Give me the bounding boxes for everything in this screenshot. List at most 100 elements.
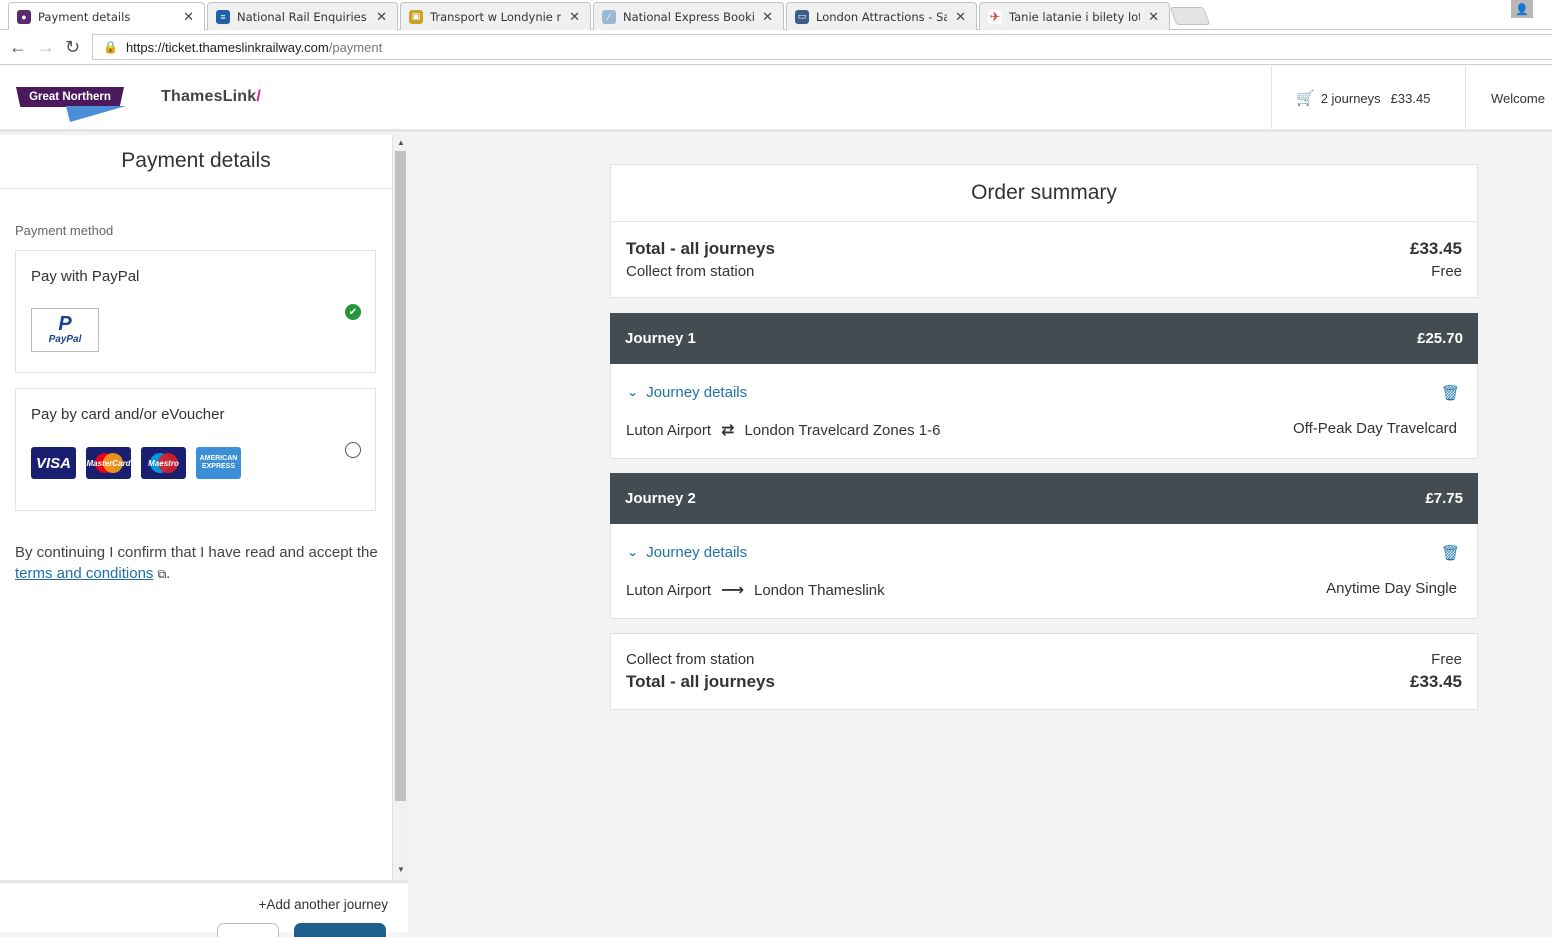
order-area: Order summary Total - all journeys £33.4…: [408, 135, 1552, 932]
new-tab-button[interactable]: [1169, 7, 1211, 25]
trash-icon[interactable]: 🗑: [1441, 544, 1460, 562]
collect-value: Free: [1431, 263, 1462, 280]
card-radio-button[interactable]: [345, 442, 361, 458]
order-summary-panel: Order summary Total - all journeys £33.4…: [610, 164, 1478, 298]
cart-summary[interactable]: 🛒 2 journeys £33.45: [1271, 66, 1466, 130]
visa-text: VISA: [35, 454, 71, 472]
url-bar[interactable]: 🔒 https://ticket.thameslinkrailway.com /…: [92, 34, 1552, 60]
paypal-option[interactable]: Pay with PayPal P PayPal ✔: [15, 250, 376, 373]
journey-2-header: Journey 2 £7.75: [610, 473, 1478, 524]
browser-tab-tanie-latanie[interactable]: ✈ Tanie latanie i bilety lotni ✕: [979, 2, 1170, 30]
paypal-logo: P PayPal: [31, 308, 99, 352]
journey-1-name: Journey 1: [625, 330, 696, 347]
external-link-icon[interactable]: ⧉: [158, 567, 167, 581]
chevron-down-icon: ⌄: [626, 387, 639, 399]
lock-icon: 🔒: [103, 40, 118, 54]
payment-sidebar: Payment details Payment method Pay with …: [0, 135, 408, 937]
mastercard-logo: MasterCard: [86, 447, 131, 479]
close-tab-icon[interactable]: ✕: [1148, 9, 1159, 25]
journey-2-details-toggle[interactable]: ⌄ Journey details: [626, 544, 748, 561]
tab-title: Transport w Londynie na: [430, 9, 562, 24]
trash-icon[interactable]: 🗑: [1441, 384, 1460, 402]
paypal-option-title: Pay with PayPal: [31, 268, 140, 285]
add-another-journey-link[interactable]: +Add another journey: [259, 897, 388, 912]
mastercard-text: MasterCard: [86, 458, 131, 468]
national-rail-favicon-icon: ≡: [216, 9, 230, 24]
collect-label: Collect from station: [626, 263, 755, 280]
tab-title: Tanie latanie i bilety lotni: [1009, 9, 1141, 24]
browser-tab-payment-details[interactable]: ● Payment details ✕: [8, 2, 205, 30]
close-tab-icon[interactable]: ✕: [376, 9, 387, 25]
terms-prefix: By continuing I confirm that I have read…: [15, 544, 378, 561]
browser-tab-london-attractions[interactable]: ▭ London Attractions - Sav ✕: [786, 2, 977, 30]
close-tab-icon[interactable]: ✕: [569, 9, 580, 25]
bottom-summary-panel: Collect from station Free Total - all jo…: [610, 633, 1478, 710]
sidebar-divider: [0, 188, 392, 189]
amex-text: AMERICAN EXPRESS: [199, 455, 238, 470]
tl-logo-text: ThamesLink: [161, 88, 257, 105]
journey-details-label: Journey details: [646, 544, 748, 561]
footer-collect-label: Collect from station: [626, 651, 755, 668]
sidebar-title: Payment details: [121, 149, 271, 172]
close-tab-icon[interactable]: ✕: [955, 9, 966, 25]
browser-tabstrip: ● Payment details ✕ ≡ National Rail Enqu…: [0, 0, 1552, 30]
route-to: London Thameslink: [754, 581, 885, 599]
payment-method-label: Payment method: [15, 223, 114, 238]
cart-count: 2 journeys: [1320, 90, 1381, 106]
terms-text: By continuing I confirm that I have read…: [15, 542, 380, 585]
journey-details-label: Journey details: [646, 384, 748, 401]
cart-total: £33.45: [1390, 90, 1431, 106]
back-arrow-icon[interactable]: ←: [9, 37, 27, 58]
amex-logo: AMERICAN EXPRESS: [196, 447, 241, 479]
footer-collect-value: Free: [1431, 651, 1462, 668]
stripes-favicon-icon: ⁄: [602, 9, 616, 24]
close-tab-icon[interactable]: ✕: [762, 9, 773, 25]
tab-title: London Attractions - Sav: [816, 9, 948, 24]
footer-total-label: Total - all journeys: [626, 672, 775, 691]
terms-suffix: .: [166, 565, 171, 582]
chevron-down-icon: ⌄: [626, 547, 639, 559]
browser-tab-national-express[interactable]: ⁄ National Express Booking ✕: [593, 2, 784, 30]
tl-logo-slash: /: [256, 88, 262, 105]
thameslink-logo[interactable]: ThamesLink/: [161, 88, 261, 106]
journey-1-details-toggle[interactable]: ⌄ Journey details: [626, 384, 748, 401]
plane-favicon-icon: ✈: [988, 8, 1002, 24]
welcome-menu[interactable]: Welcome: [1491, 66, 1545, 130]
scroll-up-icon[interactable]: ▲: [397, 138, 405, 147]
terms-link[interactable]: terms and conditions: [15, 565, 153, 582]
sidebar-scrollbar[interactable]: ▲ ▼: [392, 135, 408, 880]
single-arrow-icon: ⟶: [721, 582, 744, 599]
maestro-text: Maestro: [148, 458, 179, 468]
journey-2-ticket-type: Anytime Day Single: [1326, 580, 1457, 597]
order-summary-title: Order summary: [971, 181, 1117, 204]
visa-logo: VISA: [31, 447, 76, 479]
close-tab-icon[interactable]: ✕: [183, 9, 194, 25]
journey-1-ticket-type: Off-Peak Day Travelcard: [1293, 420, 1457, 437]
total-label: Total - all journeys: [626, 239, 775, 258]
box-favicon-icon: ▣: [409, 9, 423, 24]
browser-tab-transport-londyn[interactable]: ▣ Transport w Londynie na ✕: [400, 2, 591, 30]
browser-tab-national-rail[interactable]: ≡ National Rail Enquiries - I ✕: [207, 2, 398, 30]
journey-1-body: ⌄ Journey details 🗑 Luton Airport ⇄ Lond…: [610, 364, 1478, 459]
browser-toolbar: ← → ↻ 🔒 https://ticket.thameslinkrailway…: [0, 30, 1552, 65]
card-option-title: Pay by card and/or eVoucher: [31, 406, 225, 423]
maestro-logo: Maestro: [141, 447, 186, 479]
forward-arrow-icon[interactable]: →: [37, 37, 55, 58]
profile-icon[interactable]: 👤: [1511, 0, 1533, 18]
selected-check-icon[interactable]: ✔: [345, 304, 361, 320]
cart-icon: 🛒: [1296, 90, 1315, 107]
card-brands: VISA MasterCard Maestro AMERICAN EXPRESS: [31, 447, 241, 479]
card-option[interactable]: Pay by card and/or eVoucher VISA MasterC…: [15, 388, 376, 511]
card-favicon-icon: ▭: [795, 9, 809, 24]
paypal-logo-text: PayPal: [48, 334, 82, 345]
journey-1-price: £25.70: [1417, 330, 1463, 347]
tab-title: National Rail Enquiries - I: [237, 9, 369, 24]
back-button[interactable]: [217, 923, 279, 937]
paypal-p-icon: P: [58, 313, 72, 335]
return-arrows-icon: ⇄: [721, 422, 735, 439]
scroll-down-icon[interactable]: ▼: [397, 865, 405, 874]
scrollbar-thumb[interactable]: [395, 151, 406, 801]
continue-button[interactable]: [294, 923, 386, 937]
great-northern-logo[interactable]: Great Northern: [16, 87, 126, 123]
reload-icon[interactable]: ↻: [65, 37, 80, 58]
